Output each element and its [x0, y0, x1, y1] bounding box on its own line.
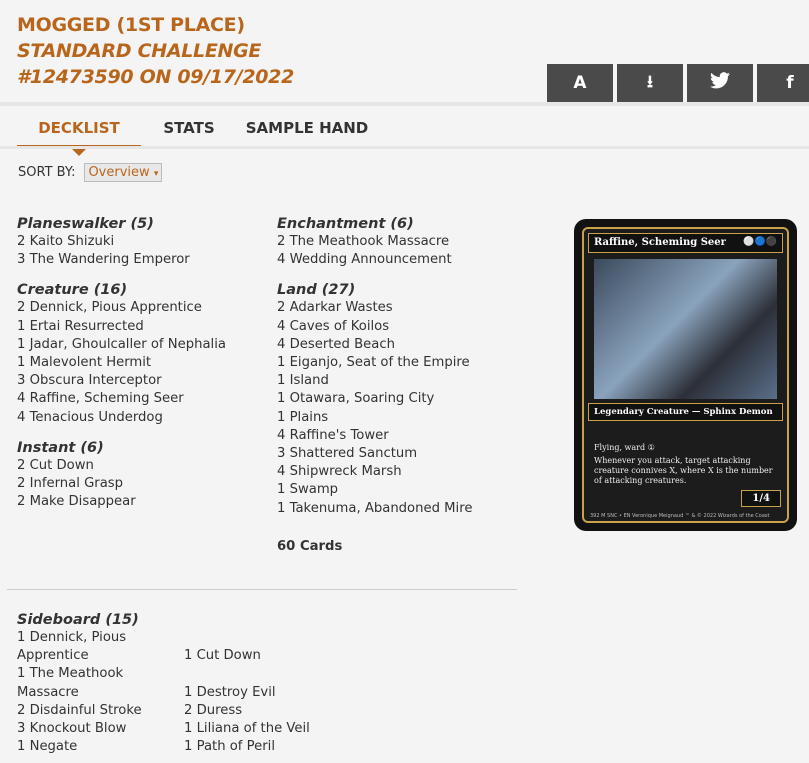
card-entry[interactable]: 1 Ertai Resurrected [17, 318, 226, 336]
card-group: Creature (16) 2 Dennick, Pious Apprentice… [17, 281, 226, 426]
card-name: Raffine, Scheming Seer ⚪🔵⚫ [588, 233, 783, 253]
sideboard: Sideboard (15) 1 Dennick, Pious Apprenti… [17, 611, 344, 756]
card-entry[interactable]: 1 Malevolent Hermit [17, 354, 226, 372]
card-total: 60 Cards [277, 538, 343, 554]
download-icon: ⭳ [647, 71, 653, 92]
tab-divider [0, 146, 809, 149]
card-entry[interactable]: 1 Takenuma, Abandoned Mire [277, 500, 472, 518]
card-group-title: Planeswalker (5) [17, 216, 154, 232]
card-group: Land (27) 2 Adarkar Wastes 4 Caves of Koil… [277, 281, 472, 517]
card-group-title: Creature (16) [17, 282, 128, 299]
sideboard-entry[interactable]: 1 Path of Peril [184, 738, 344, 756]
card-entry[interactable]: 4 Raffine, Scheming Seer [17, 390, 226, 408]
chevron-down-icon: ▾ [153, 169, 159, 179]
sideboard-entry[interactable]: 1 Dennick, Pious Apprentice [17, 629, 152, 665]
card-entry[interactable]: 2 Kaito Shizuki [17, 233, 226, 251]
card-entry[interactable]: 1 Jadar, Ghoulcaller of Nephalia [17, 336, 226, 354]
sideboard-entry[interactable]: 1 Cut Down [184, 647, 344, 665]
facebook-button[interactable]: f [757, 64, 809, 102]
share-buttons: A ⭳ f [547, 64, 809, 102]
sideboard-divider [7, 589, 517, 590]
deck-title: MOGGED (1ST PLACE) STANDARD CHALLENGE #1… [17, 14, 295, 88]
card-rules-text: Flying, ward ① Whenever you attack, targ… [594, 443, 773, 485]
card-entry[interactable]: 4 Caves of Koilos [277, 318, 472, 336]
tab-decklist[interactable]: DECKLIST [17, 117, 141, 156]
card-entry[interactable]: 1 Otawara, Soaring City [277, 390, 472, 408]
card-entry[interactable]: 2 Infernal Grasp [17, 475, 226, 493]
card-entry[interactable]: 4 Raffine's Tower [277, 427, 472, 445]
facebook-icon: f [786, 73, 794, 93]
card-entry[interactable]: 4 Tenacious Underdog [17, 409, 226, 427]
mana-cost: ⚪🔵⚫ [743, 237, 777, 247]
card-frame: Raffine, Scheming Seer ⚪🔵⚫ Legendary Crea… [582, 227, 789, 523]
card-entry[interactable]: 1 Island [277, 372, 472, 390]
sideboard-entry[interactable]: 1 Destroy Evil [184, 684, 344, 702]
card-entry[interactable]: 2 Make Disappear [17, 493, 226, 511]
card-entry[interactable]: 1 Swamp [277, 481, 472, 499]
card-entry[interactable]: 1 Plains [277, 409, 472, 427]
card-entry[interactable]: 2 Adarkar Wastes [277, 299, 472, 317]
card-entry[interactable]: 3 The Wandering Emperor [17, 251, 226, 269]
card-power-toughness: 1/4 [741, 490, 781, 507]
card-group: Instant (6) 2 Cut Down 2 Infernal Grasp 2 M… [17, 439, 226, 512]
card-group: Enchantment (6) 2 The Meathook Massacre 4 … [277, 215, 472, 269]
twitter-icon [710, 72, 730, 94]
arena-icon: A [573, 73, 587, 93]
card-group-title: Enchantment (6) [277, 216, 414, 232]
sideboard-entry[interactable]: 2 Duress [184, 702, 344, 720]
card-entry[interactable]: 4 Wedding Announcement [277, 251, 472, 269]
tab-bar: DECKLIST STATS SAMPLE HAND [17, 117, 377, 156]
tab-stats[interactable]: STATS [141, 117, 237, 149]
card-footer: 392 M SNC • EN Veronique Meignaud ™ & © … [590, 513, 770, 519]
card-entry[interactable]: 2 Dennick, Pious Apprentice [17, 299, 226, 317]
sort-label: SORT BY: [18, 165, 76, 180]
header-divider [0, 102, 809, 106]
sort-select[interactable]: Overview ▾ [84, 163, 163, 182]
download-button[interactable]: ⭳ [617, 64, 683, 102]
tab-sample-hand[interactable]: SAMPLE HAND [237, 117, 377, 149]
sideboard-entry[interactable]: 1 The Meathook Massacre [17, 665, 152, 701]
sideboard-entry[interactable]: 1 Liliana of the Veil [184, 720, 344, 738]
card-entry[interactable]: 1 Eiganjo, Seat of the Empire [277, 354, 472, 372]
sideboard-list: 1 Dennick, Pious Apprentice 1 Cut Down 1 T… [17, 629, 344, 756]
card-preview[interactable]: Raffine, Scheming Seer ⚪🔵⚫ Legendary Crea… [574, 219, 797, 531]
card-entry[interactable]: 3 Shattered Sanctum [277, 445, 472, 463]
sort-control: SORT BY: Overview ▾ [18, 163, 163, 182]
card-group-title: Land (27) [277, 282, 356, 299]
card-type: Legendary Creature — Sphinx Demon [588, 403, 783, 421]
card-art [594, 259, 777, 399]
decklist-column-left: Planeswalker (5) 2 Kaito Shizuki 3 The Wan… [17, 215, 226, 523]
sideboard-entry[interactable]: 2 Disdainful Stroke [17, 702, 152, 720]
card-entry[interactable]: 4 Deserted Beach [277, 336, 472, 354]
sideboard-title: Sideboard (15) [17, 612, 139, 628]
decklist-column-right: Enchantment (6) 2 The Meathook Massacre 4 … [277, 215, 472, 556]
card-group: Planeswalker (5) 2 Kaito Shizuki 3 The Wan… [17, 215, 226, 269]
sideboard-entry[interactable]: 1 Negate [17, 738, 152, 756]
card-group-title: Instant (6) [17, 439, 104, 456]
card-entry[interactable]: 3 Obscura Interceptor [17, 372, 226, 390]
card-entry[interactable]: 2 Cut Down [17, 457, 226, 475]
arena-export-button[interactable]: A [547, 64, 613, 102]
card-entry[interactable]: 2 The Meathook Massacre [277, 233, 472, 251]
card-entry[interactable]: 4 Shipwreck Marsh [277, 463, 472, 481]
sideboard-entry[interactable]: 3 Knockout Blow [17, 720, 152, 738]
twitter-button[interactable] [687, 64, 753, 102]
